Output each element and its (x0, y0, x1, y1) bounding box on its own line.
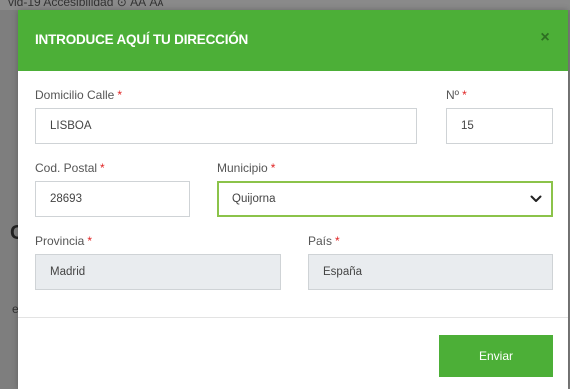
postal-code-input-value: 28693 (50, 193, 82, 205)
number-input[interactable]: 15 (446, 108, 553, 144)
required-mark: * (87, 234, 93, 248)
required-mark: * (462, 88, 467, 102)
modal-header: INTRODUCE AQUÍ TU DIRECCIÓN × (18, 10, 568, 71)
required-mark: * (335, 234, 340, 248)
address-modal: INTRODUCE AQUÍ TU DIRECCIÓN × Domicilio … (18, 10, 568, 389)
street-label: Domicilio Calle * (35, 88, 122, 102)
required-mark: * (117, 88, 123, 102)
province-label-text: Provincia (35, 234, 85, 248)
municipality-select-value: Quijorna (232, 193, 276, 205)
required-mark: * (270, 161, 276, 175)
footer-divider (18, 317, 568, 318)
background-left-panel: C e (0, 10, 24, 389)
postal-code-input[interactable]: 28693 (35, 181, 190, 217)
municipality-select[interactable]: Quijorna (217, 181, 553, 217)
province-input: Madrid (35, 254, 281, 290)
street-input-value: LISBOA (50, 120, 92, 132)
chevron-down-icon[interactable] (530, 193, 542, 205)
modal-title: INTRODUCE AQUÍ TU DIRECCIÓN (35, 32, 249, 47)
street-input[interactable]: LISBOA (35, 108, 417, 144)
required-mark: * (100, 161, 105, 175)
background-header-text: vid-19 Accesibilidad ⊙ АА Aᴀ (8, 0, 164, 9)
country-input-value: España (323, 266, 363, 278)
country-label-text: País (308, 234, 333, 248)
province-label: Provincia * (35, 234, 92, 248)
submit-button[interactable]: Enviar (439, 335, 553, 377)
background-header: vid-19 Accesibilidad ⊙ АА Aᴀ (0, 0, 570, 10)
number-label-text: Nº (446, 88, 460, 102)
municipality-label: Municipio * (217, 161, 275, 175)
postal-code-label: Cod. Postal * (35, 161, 105, 175)
postal-code-label-text: Cod. Postal (35, 161, 98, 175)
street-label-text: Domicilio Calle (35, 88, 115, 102)
number-label: Nº * (446, 88, 467, 102)
close-icon[interactable]: × (536, 29, 554, 47)
country-input: España (308, 254, 553, 290)
number-input-value: 15 (461, 120, 474, 132)
municipality-label-text: Municipio (217, 161, 268, 175)
country-label: País * (308, 234, 340, 248)
province-input-value: Madrid (50, 266, 86, 278)
